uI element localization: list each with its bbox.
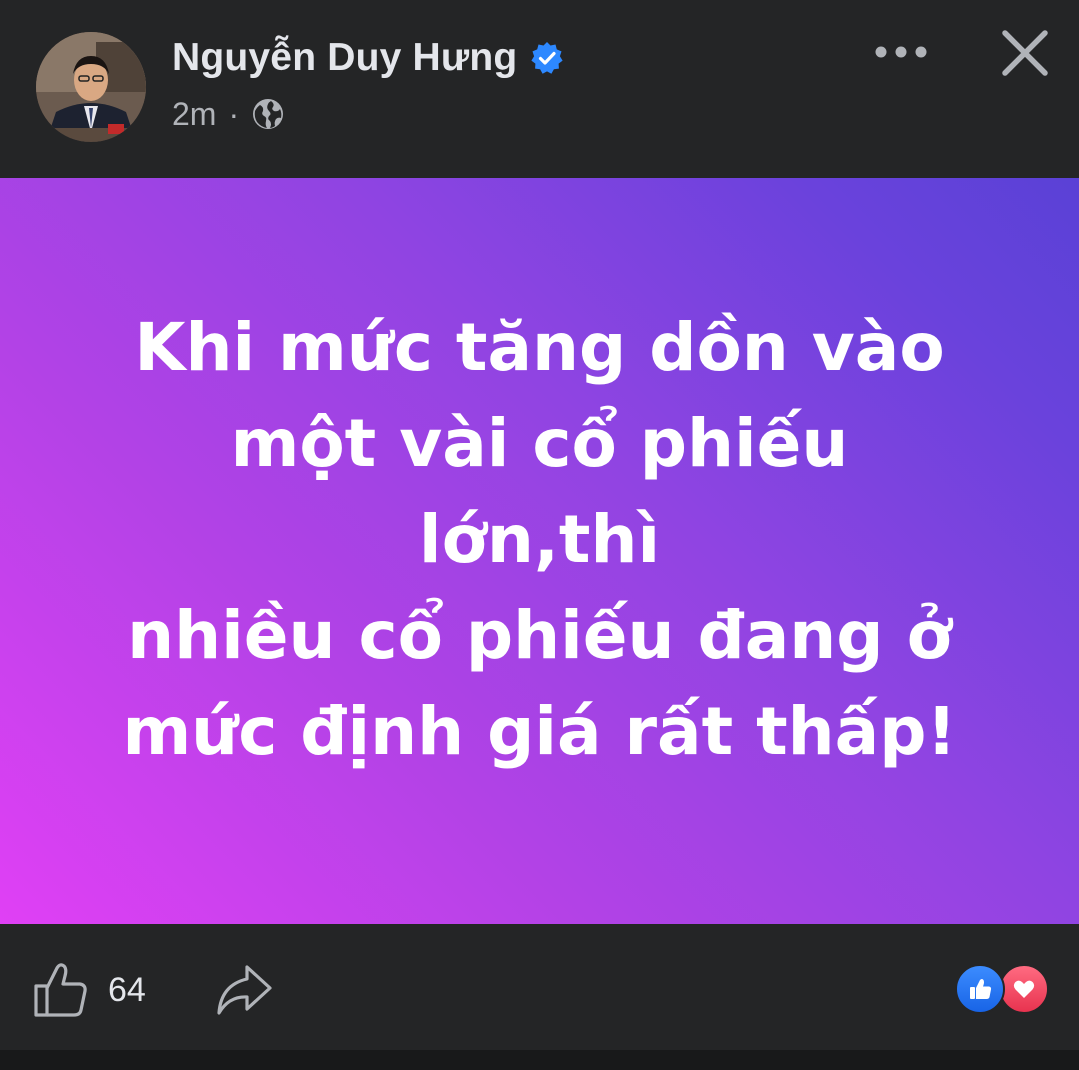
post-meta: 2m · — [172, 92, 285, 136]
more-dots-icon — [875, 46, 927, 58]
post-content[interactable]: Khi mức tăng dồn vào một vài cổ phiếu lớ… — [0, 178, 1079, 924]
post-header: Nguyễn Duy Hưng 2m · — [0, 0, 1079, 178]
close-icon — [1002, 30, 1048, 76]
globe-icon[interactable] — [251, 97, 285, 131]
like-button[interactable]: 64 — [30, 958, 146, 1022]
post-footer: 64 — [0, 924, 1079, 1050]
footer-divider — [0, 1050, 1079, 1070]
verified-badge-icon — [529, 40, 565, 76]
post-text-line: Khi mức tăng dồn vào — [134, 309, 945, 386]
author-name[interactable]: Nguyễn Duy Hưng — [172, 36, 517, 80]
love-reaction-icon — [999, 964, 1049, 1014]
thumbs-up-icon — [34, 963, 87, 1017]
post-timestamp[interactable]: 2m — [172, 96, 216, 133]
post-text-line: nhiều cổ phiếu đang ở — [127, 597, 952, 674]
close-button[interactable] — [994, 22, 1056, 84]
author-row: Nguyễn Duy Hưng — [172, 30, 565, 86]
like-count: 64 — [108, 970, 146, 1009]
meta-separator: · — [228, 95, 240, 132]
reaction-summary[interactable] — [955, 964, 1051, 1014]
more-options-button[interactable] — [866, 30, 936, 74]
share-arrow-icon — [217, 965, 272, 1015]
post-card: Nguyễn Duy Hưng 2m · Khi mức tăng dồn và… — [0, 0, 1079, 1070]
post-text: Khi mức tăng dồn vào một vài cổ phiếu lớ… — [100, 300, 980, 780]
post-text-line: mức định giá rất thấp! — [122, 693, 957, 770]
avatar[interactable] — [36, 32, 146, 142]
like-reaction-icon — [955, 964, 1005, 1014]
share-button[interactable] — [212, 958, 276, 1022]
post-text-line: một vài cổ phiếu lớn,thì — [230, 405, 849, 578]
